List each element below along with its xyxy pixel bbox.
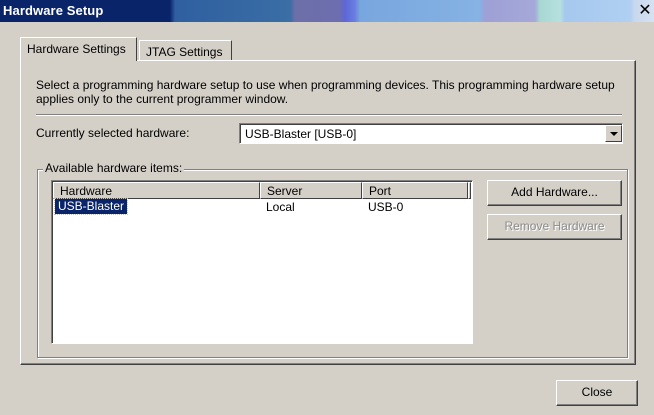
column-header-server[interactable]: Server	[260, 182, 362, 199]
row-port-cell: USB-0	[368, 200, 404, 214]
group-label: Available hardware items:	[43, 161, 185, 175]
remove-hardware-button[interactable]: Remove Hardware	[487, 214, 622, 240]
title-bar[interactable]: Hardware Setup ✕	[0, 0, 654, 22]
tab-jtag-settings[interactable]: JTAG Settings	[139, 40, 232, 61]
close-button[interactable]: Close	[556, 380, 638, 406]
column-header-port[interactable]: Port	[362, 182, 468, 199]
column-header-filler	[468, 182, 471, 199]
tab-hardware-settings[interactable]: Hardware Settings	[20, 37, 137, 61]
list-header: Hardware Server Port	[53, 182, 471, 199]
description-text: Select a programming hardware setup to u…	[36, 78, 615, 106]
add-hardware-button[interactable]: Add Hardware...	[487, 180, 622, 206]
current-hardware-label: Currently selected hardware:	[36, 126, 190, 140]
dropdown-button[interactable]	[605, 125, 622, 142]
hardware-select-value: USB-Blaster [USB-0]	[245, 127, 357, 141]
table-row[interactable]: USB-Blaster Local USB-0	[53, 198, 471, 215]
separator	[36, 114, 622, 116]
hardware-select[interactable]: USB-Blaster [USB-0]	[239, 123, 623, 144]
close-icon[interactable]: ✕	[636, 2, 654, 20]
window-title: Hardware Setup	[3, 3, 104, 18]
hardware-list[interactable]: Hardware Server Port USB-Blaster Local U…	[51, 180, 473, 344]
chevron-down-icon	[610, 132, 618, 136]
tab-panel-hardware-settings: Select a programming hardware setup to u…	[20, 60, 636, 365]
row-server-cell: Local	[266, 200, 295, 214]
row-hardware-cell[interactable]: USB-Blaster	[53, 198, 129, 215]
remove-hardware-label: Remove Hardware	[504, 219, 605, 233]
column-header-hardware[interactable]: Hardware	[53, 182, 260, 199]
